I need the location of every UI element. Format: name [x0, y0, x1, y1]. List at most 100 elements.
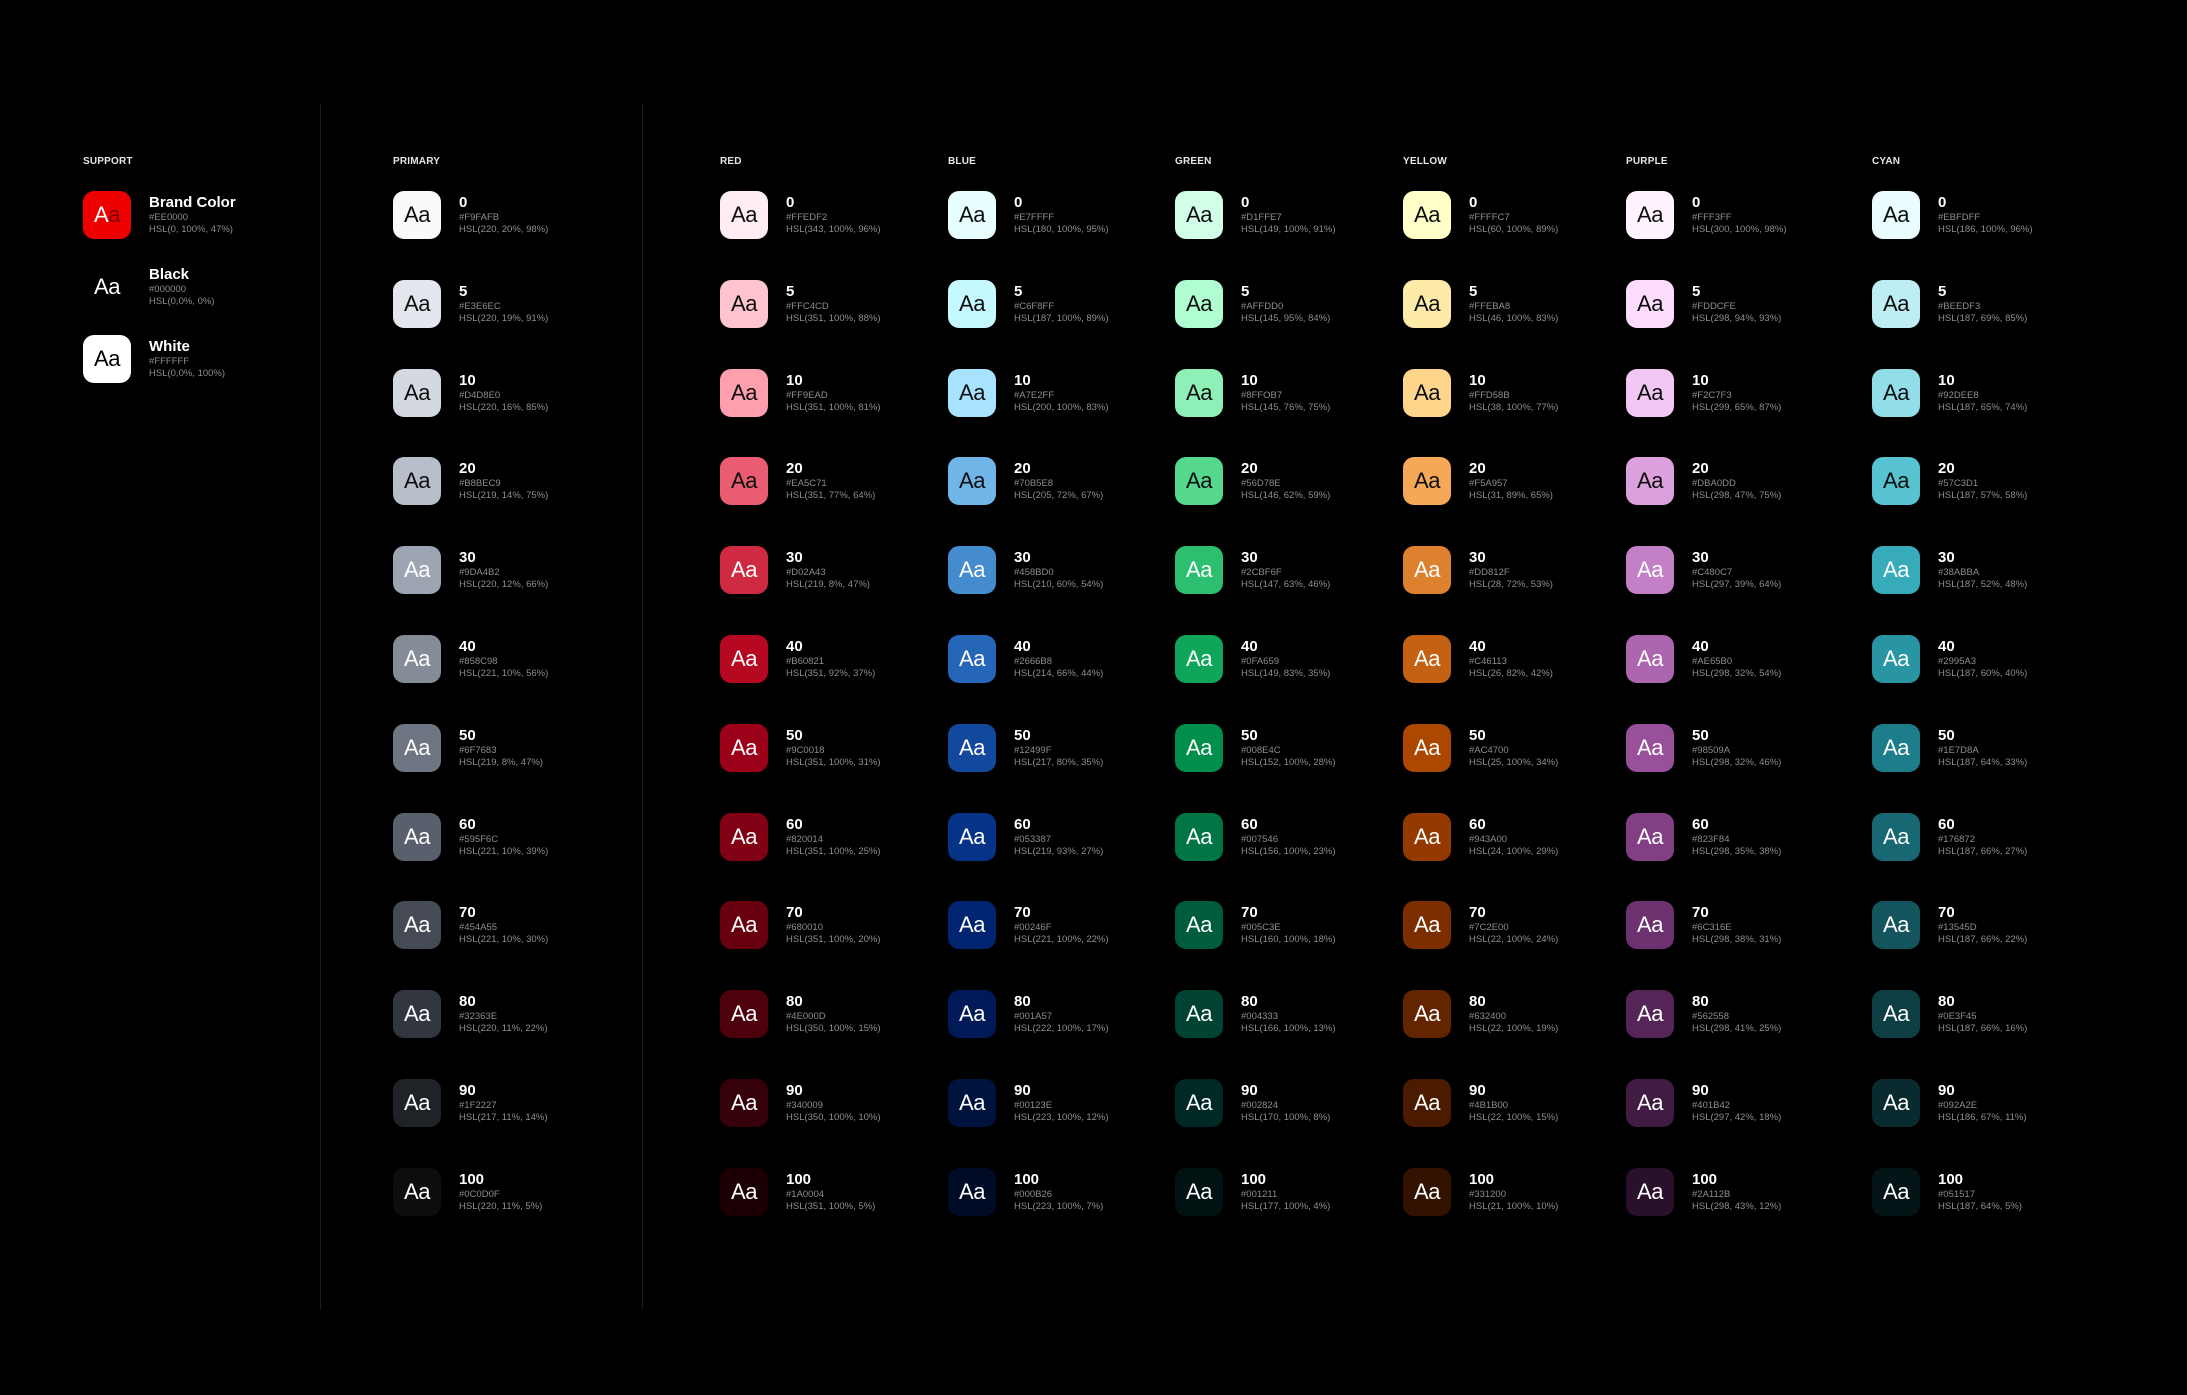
purple-swatch-50[interactable]: Aa 50 #98509A HSL(298, 32%, 46%) — [1626, 723, 1846, 776]
primary-swatch-10[interactable]: Aa 10 #D4D8E0 HSL(220, 16%, 85%) — [393, 368, 613, 421]
support-swatch-white[interactable]: Aa White #FFFFFF HSL(0,0%, 100%) — [83, 335, 303, 387]
primary-swatch-90[interactable]: Aa 90 #1F2227 HSL(217, 11%, 14%) — [393, 1079, 613, 1131]
color-chip: Aa — [1403, 990, 1451, 1039]
green-swatch-30[interactable]: Aa 30 #2CBF6F HSL(147, 63%, 46%) — [1175, 546, 1395, 598]
red-swatch-60[interactable]: Aa 60 #820014 HSL(351, 100%, 25%) — [720, 812, 940, 865]
chip-sample-text: Aa — [959, 290, 985, 316]
red-swatch-0[interactable]: Aa 0 #FFEDF2 HSL(343, 100%, 96%) — [720, 191, 940, 243]
red-swatch-80[interactable]: Aa 80 #4E000D HSL(350, 100%, 15%) — [720, 990, 940, 1042]
yellow-swatch-30[interactable]: Aa 30 #DD812F HSL(28, 72%, 53%) — [1403, 546, 1623, 598]
yellow-swatch-70[interactable]: Aa 70 #7C2E00 HSL(22, 100%, 24%) — [1403, 901, 1623, 953]
cyan-swatch-20[interactable]: Aa 20 #57C3D1 HSL(187, 57%, 58%) — [1872, 457, 2092, 509]
yellow-swatch-5[interactable]: Aa 5 #FFEBA8 HSL(46, 100%, 83%) — [1403, 279, 1623, 332]
brand-chip-sample: Aa — [94, 202, 120, 227]
blue-swatch-60[interactable]: Aa 60 #053387 HSL(219, 93%, 27%) — [948, 812, 1168, 865]
swatch-hex: #092A2E — [1938, 1100, 1978, 1111]
purple-swatch-30[interactable]: Aa 30 #C480C7 HSL(297, 39%, 64%) — [1626, 546, 1846, 598]
yellow-swatch-50[interactable]: Aa 50 #AC4700 HSL(25, 100%, 34%) — [1403, 723, 1623, 776]
red-swatch-40[interactable]: Aa 40 #B60821 HSL(351, 92%, 37%) — [720, 635, 940, 687]
cyan-swatch-60[interactable]: Aa 60 #176872 HSL(187, 66%, 27%) — [1872, 812, 2092, 865]
red-swatch-10[interactable]: Aa 10 #FF9EAD HSL(351, 100%, 81%) — [720, 368, 940, 421]
yellow-swatch-60[interactable]: Aa 60 #943A00 HSL(24, 100%, 29%) — [1403, 812, 1623, 865]
red-swatch-90[interactable]: Aa 90 #340009 HSL(350, 100%, 10%) — [720, 1079, 940, 1131]
swatch-info: 60 #823F84 HSL(298, 35%, 38%) — [1692, 816, 1781, 858]
purple-swatch-100[interactable]: Aa 100 #2A112B HSL(298, 43%, 12%) — [1626, 1167, 1846, 1220]
blue-swatch-40[interactable]: Aa 40 #2666B8 HSL(214, 66%, 44%) — [948, 635, 1168, 687]
swatch-hex: #008E4C — [1241, 744, 1281, 756]
yellow-swatch-80[interactable]: Aa 80 #632400 HSL(22, 100%, 19%) — [1403, 990, 1623, 1042]
green-swatch-10[interactable]: Aa 10 #8FFOB7 HSL(145, 76%, 75%) — [1175, 368, 1395, 421]
green-swatch-70[interactable]: Aa 70 #005C3E HSL(160, 100%, 18%) — [1175, 901, 1395, 953]
swatch-level: 90 — [1014, 1082, 1031, 1099]
primary-swatch-20[interactable]: Aa 20 #B8BEC9 HSL(219, 14%, 75%) — [393, 457, 613, 509]
primary-swatch-100[interactable]: Aa 100 #0C0D0F HSL(220, 11%, 5%) — [393, 1167, 613, 1220]
yellow-swatch-100[interactable]: Aa 100 #331200 HSL(21, 100%, 10%) — [1403, 1167, 1623, 1220]
color-chip: Aa — [1872, 368, 1920, 417]
blue-swatch-50[interactable]: Aa 50 #12499F HSL(217, 80%, 35%) — [948, 723, 1168, 776]
blue-swatch-10[interactable]: Aa 10 #A7E2FF HSL(200, 100%, 83%) — [948, 368, 1168, 421]
cyan-swatch-100[interactable]: Aa 100 #051517 HSL(187, 64%, 5%) — [1872, 1167, 2092, 1220]
yellow-swatch-90[interactable]: Aa 90 #4B1B00 HSL(22, 100%, 15%) — [1403, 1079, 1623, 1131]
support-swatch-black[interactable]: Aa Black #000000 HSL(0,0%, 0%) — [83, 263, 303, 315]
cyan-swatch-30[interactable]: Aa 30 #38ABBA HSL(187, 52%, 48%) — [1872, 546, 2092, 598]
green-swatch-0[interactable]: Aa 0 #D1FFE7 HSL(149, 100%, 91%) — [1175, 191, 1395, 243]
cyan-swatch-90[interactable]: Aa 90 #092A2E HSL(186, 67%, 11%) — [1872, 1079, 2092, 1131]
purple-swatch-70[interactable]: Aa 70 #6C316E HSL(298, 38%, 31%) — [1626, 901, 1846, 953]
purple-swatch-90[interactable]: Aa 90 #401B42 HSL(297, 42%, 18%) — [1626, 1079, 1846, 1131]
swatch-hex: #0C0D0F — [459, 1188, 500, 1200]
purple-swatch-0[interactable]: Aa 0 #FFF3FF HSL(300, 100%, 98%) — [1626, 191, 1846, 243]
cyan-swatch-80[interactable]: Aa 80 #0E3F45 HSL(187, 66%, 16%) — [1872, 990, 2092, 1042]
yellow-swatch-0[interactable]: Aa 0 #FFFFC7 HSL(60, 100%, 89%) — [1403, 191, 1623, 243]
purple-swatch-5[interactable]: Aa 5 #FDDCFE HSL(298, 94%, 93%) — [1626, 279, 1846, 332]
support-swatch-brand[interactable]: Aa Brand Color #EE0000 HSL(0, 100%, 47%) — [83, 191, 303, 243]
cyan-swatch-0[interactable]: Aa 0 #EBFDFF HSL(186, 100%, 96%) — [1872, 191, 2092, 243]
primary-swatch-0[interactable]: Aa 0 #F9FAFB HSL(220, 20%, 98%) — [393, 191, 613, 243]
blue-swatch-70[interactable]: Aa 70 #00246F HSL(221, 100%, 22%) — [948, 901, 1168, 953]
green-swatch-100[interactable]: Aa 100 #001211 HSL(177, 100%, 4%) — [1175, 1167, 1395, 1220]
primary-swatch-70[interactable]: Aa 70 #454A55 HSL(221, 10%, 30%) — [393, 901, 613, 953]
green-swatch-5[interactable]: Aa 5 #AFFDD0 HSL(145, 95%, 84%) — [1175, 279, 1395, 332]
purple-swatch-10[interactable]: Aa 10 #F2C7F3 HSL(299, 65%, 87%) — [1626, 368, 1846, 421]
swatch-hsl: HSL(22, 100%, 19%) — [1469, 1023, 1559, 1035]
green-swatch-50[interactable]: Aa 50 #008E4C HSL(152, 100%, 28%) — [1175, 723, 1395, 776]
blue-swatch-5[interactable]: Aa 5 #C6F8FF HSL(187, 100%, 89%) — [948, 279, 1168, 332]
green-swatch-80[interactable]: Aa 80 #004333 HSL(166, 100%, 13%) — [1175, 990, 1395, 1042]
purple-swatch-80[interactable]: Aa 80 #562558 HSL(298, 41%, 25%) — [1626, 990, 1846, 1042]
cyan-swatch-5[interactable]: Aa 5 #BEEDF3 HSL(187, 69%, 85%) — [1872, 279, 2092, 332]
primary-swatch-5[interactable]: Aa 5 #E3E6EC HSL(220, 19%, 91%) — [393, 279, 613, 332]
yellow-swatch-40[interactable]: Aa 40 #C46113 HSL(26, 82%, 42%) — [1403, 635, 1623, 687]
swatch-hsl: HSL(38, 100%, 77%) — [1469, 401, 1559, 413]
blue-swatch-30[interactable]: Aa 30 #458BD0 HSL(210, 60%, 54%) — [948, 546, 1168, 598]
primary-swatch-50[interactable]: Aa 50 #6F7683 HSL(219, 8%, 47%) — [393, 723, 613, 776]
cyan-swatch-70[interactable]: Aa 70 #13545D HSL(187, 66%, 22%) — [1872, 901, 2092, 953]
blue-swatch-20[interactable]: Aa 20 #70B5E8 HSL(205, 72%, 67%) — [948, 457, 1168, 509]
red-swatch-5[interactable]: Aa 5 #FFC4CD HSL(351, 100%, 88%) — [720, 279, 940, 332]
red-swatch-20[interactable]: Aa 20 #EA5C71 HSL(351, 77%, 64%) — [720, 457, 940, 509]
green-swatch-40[interactable]: Aa 40 #0FA659 HSL(149, 83%, 35%) — [1175, 635, 1395, 687]
red-swatch-70[interactable]: Aa 70 #680010 HSL(351, 100%, 20%) — [720, 901, 940, 953]
cyan-swatch-40[interactable]: Aa 40 #2995A3 HSL(187, 60%, 40%) — [1872, 635, 2092, 687]
yellow-swatch-10[interactable]: Aa 10 #FFD58B HSL(38, 100%, 77%) — [1403, 368, 1623, 421]
purple-swatch-20[interactable]: Aa 20 #DBA0DD HSL(298, 47%, 75%) — [1626, 457, 1846, 509]
primary-swatch-30[interactable]: Aa 30 #9DA4B2 HSL(220, 12%, 66%) — [393, 546, 613, 598]
support-group: SUPPORT Aa Brand Color #EE0000 HSL(0, 10… — [83, 155, 236, 383]
blue-swatch-80[interactable]: Aa 80 #001A57 HSL(222, 100%, 17%) — [948, 990, 1168, 1042]
red-swatch-50[interactable]: Aa 50 #9C0018 HSL(351, 100%, 31%) — [720, 723, 940, 776]
red-swatch-30[interactable]: Aa 30 #D02A43 HSL(219, 8%, 47%) — [720, 546, 940, 598]
primary-swatch-80[interactable]: Aa 80 #32363E HSL(220, 11%, 22%) — [393, 990, 613, 1042]
primary-swatch-60[interactable]: Aa 60 #595F6C HSL(221, 10%, 39%) — [393, 812, 613, 865]
green-swatch-20[interactable]: Aa 20 #56D78E HSL(146, 62%, 59%) — [1175, 457, 1395, 509]
cyan-swatch-50[interactable]: Aa 50 #1E7D8A HSL(187, 64%, 33%) — [1872, 723, 2092, 776]
blue-swatch-0[interactable]: Aa 0 #E7FFFF HSL(180, 100%, 95%) — [948, 191, 1168, 243]
purple-swatch-60[interactable]: Aa 60 #823F84 HSL(298, 35%, 38%) — [1626, 812, 1846, 865]
red-swatch-100[interactable]: Aa 100 #1A0004 HSL(351, 100%, 5%) — [720, 1167, 940, 1220]
blue-swatch-90[interactable]: Aa 90 #00123E HSL(223, 100%, 12%) — [948, 1079, 1168, 1131]
swatch-hex: #F5A957 — [1469, 478, 1508, 490]
green-swatch-90[interactable]: Aa 90 #002824 HSL(170, 100%, 8%) — [1175, 1079, 1395, 1131]
yellow-swatch-20[interactable]: Aa 20 #F5A957 HSL(31, 89%, 65%) — [1403, 457, 1623, 509]
green-swatch-60[interactable]: Aa 60 #007546 HSL(156, 100%, 23%) — [1175, 812, 1395, 865]
primary-swatch-40[interactable]: Aa 40 #858C98 HSL(221, 10%, 56%) — [393, 635, 613, 687]
cyan-swatch-10[interactable]: Aa 10 #92DEE8 HSL(187, 65%, 74%) — [1872, 368, 2092, 421]
blue-swatch-100[interactable]: Aa 100 #000B26 HSL(223, 100%, 7%) — [948, 1167, 1168, 1220]
purple-swatch-40[interactable]: Aa 40 #AE65B0 HSL(298, 32%, 54%) — [1626, 635, 1846, 687]
